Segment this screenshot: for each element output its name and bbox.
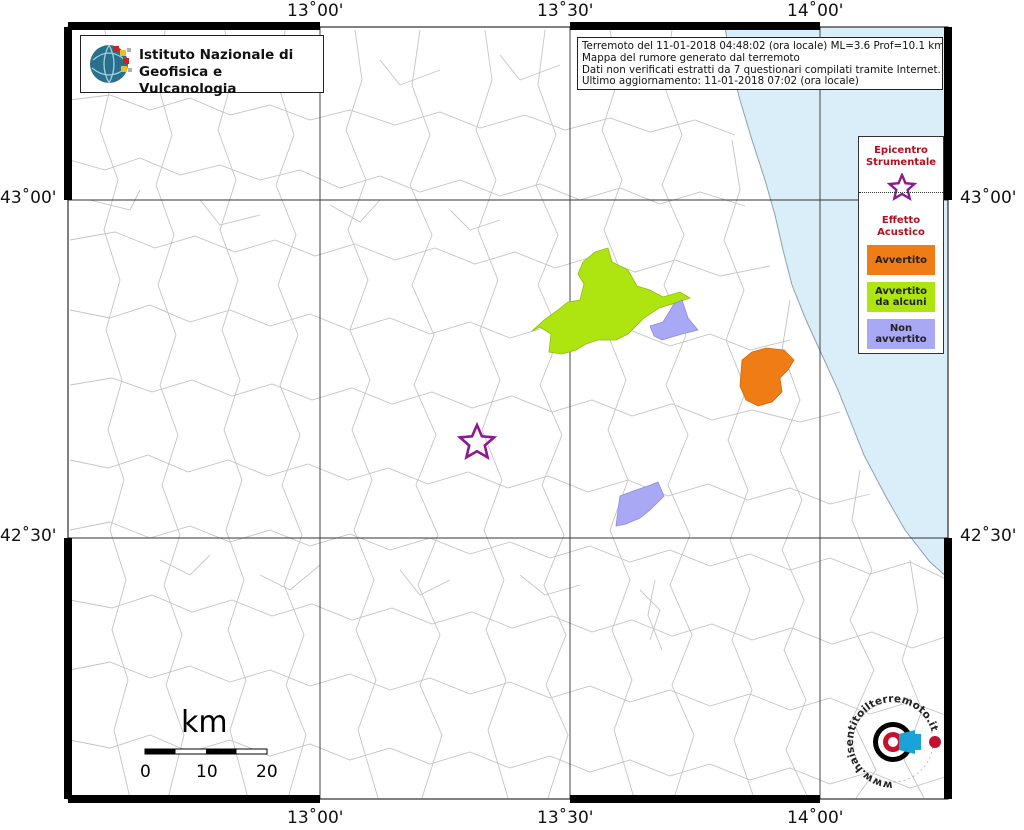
legend-item-non-avvertito-label-2: avvertito <box>875 334 927 345</box>
legend-star-icon <box>887 173 917 201</box>
scale-tick-20: 20 <box>256 762 278 782</box>
watermark-text: www.haisentitoilterremoto.it <box>844 693 940 791</box>
scale-tick-10: 10 <box>196 762 218 782</box>
legend-epicentre-title-2: Strumentale <box>865 157 937 168</box>
lon-label-top-1330: 13˚30' <box>537 1 594 21</box>
legend-epicentre-title-1: Epicentro <box>874 145 928 156</box>
legend-item-non-avvertito: Non avvertito <box>867 319 935 349</box>
institute-box: Istituto Nazionale di Geofisica e Vulcan… <box>80 35 324 97</box>
lat-label-left-4230: 42˚30' <box>0 526 57 546</box>
legend-item-avvertito-da-alcuni-label-2: da alcuni <box>875 297 927 308</box>
lon-label-bottom-1330: 13˚30' <box>537 808 594 828</box>
haisentito-watermark: www.haisentitoilterremoto.it <box>844 693 940 791</box>
institute-name-line2: Geofisica e Vulcanologia <box>139 64 237 97</box>
event-info-line2: Mappa del rumore generato dal terremoto <box>582 51 800 64</box>
lat-label-right-4300: 43˚00' <box>960 188 1017 208</box>
lon-label-top-1400: 14˚00' <box>787 1 844 21</box>
legend-divider <box>859 192 943 193</box>
lon-label-bottom-1300: 13˚00' <box>287 808 344 828</box>
legend-effect-title-2: Acustico <box>877 227 925 238</box>
legend-item-avvertito-da-alcuni-label-1: Avvertito <box>875 286 927 297</box>
legend-item-avvertito-label: Avvertito <box>875 254 927 266</box>
legend-item-avvertito: Avvertito <box>867 245 935 275</box>
legend-effect-title-1: Effetto <box>881 215 921 226</box>
legend-item-non-avvertito-label-1: Non <box>889 323 913 334</box>
legend-box: Epicentro Strumentale Effetto Acustico A… <box>858 136 944 354</box>
legend-item-avvertito-da-alcuni: Avvertito da alcuni <box>867 282 935 312</box>
scale-tick-0: 0 <box>140 762 151 782</box>
svg-text:www.haisentitoilterremoto.it: www.haisentitoilterremoto.it <box>844 693 940 791</box>
event-info-line4: Ultimo aggiornamento: 11-01-2018 07:02 (… <box>582 75 859 88</box>
event-info-box: Terremoto del 11-01-2018 04:48:02 (ora l… <box>577 37 943 90</box>
scale-unit-label: km <box>181 705 228 740</box>
institute-name-line1: Istituto Nazionale di <box>139 47 294 63</box>
scale-bar <box>144 748 268 755</box>
lat-label-right-4230: 42˚30' <box>960 526 1017 546</box>
lon-label-bottom-1400: 14˚00' <box>787 808 844 828</box>
ingv-globe-icon <box>90 44 132 84</box>
lon-label-top-1300: 13˚00' <box>287 1 344 21</box>
lat-label-left-4300: 43˚00' <box>0 188 57 208</box>
